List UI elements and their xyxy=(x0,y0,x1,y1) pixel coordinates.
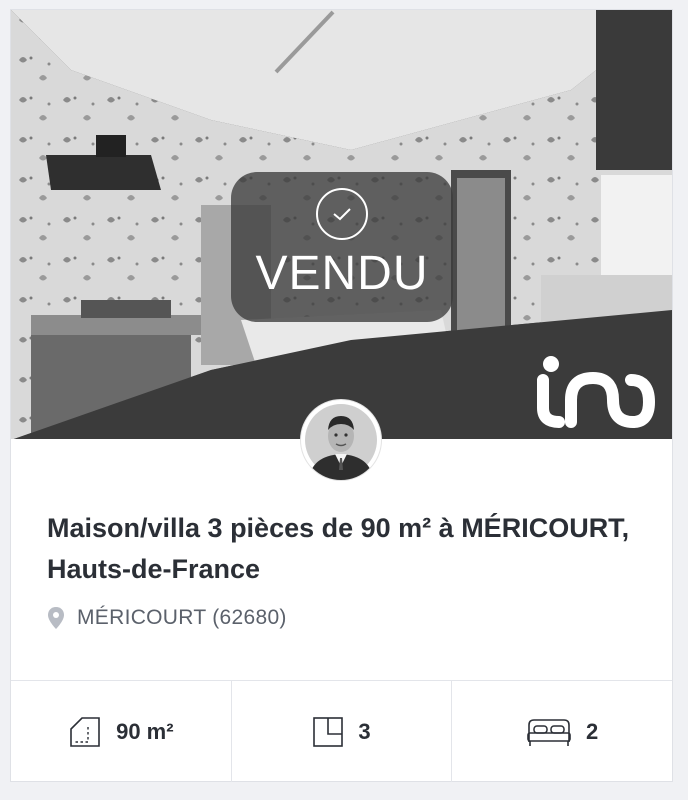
stat-rooms: 3 xyxy=(232,681,453,782)
check-icon xyxy=(316,188,368,240)
double-bed-icon xyxy=(526,717,572,747)
listing-stats: 90 m² 3 2 xyxy=(11,680,672,782)
stat-area: 90 m² xyxy=(11,681,232,782)
listing-card[interactable]: VENDU Maison/villa 3 pièces de 90 m² à M… xyxy=(10,9,673,782)
listing-title[interactable]: Maison/villa 3 pièces de 90 m² à MÉRICOU… xyxy=(47,508,647,590)
listing-location: MÉRICOURT (62680) xyxy=(47,604,287,632)
listing-photo[interactable]: VENDU xyxy=(11,10,672,439)
stat-area-value: 90 m² xyxy=(116,718,174,744)
location-text: MÉRICOURT (62680) xyxy=(77,606,287,629)
brand-logo-icon xyxy=(531,350,656,430)
stat-bedrooms: 2 xyxy=(452,681,672,782)
sold-badge: VENDU xyxy=(231,172,453,322)
stat-rooms-value: 3 xyxy=(358,718,371,744)
rooms-plan-icon xyxy=(312,716,344,748)
stat-bedrooms-value: 2 xyxy=(586,718,599,744)
location-pin-icon xyxy=(48,607,64,629)
sold-status-text: VENDU xyxy=(255,247,429,300)
agent-avatar[interactable] xyxy=(301,400,381,480)
floor-plan-area-icon xyxy=(68,715,102,749)
